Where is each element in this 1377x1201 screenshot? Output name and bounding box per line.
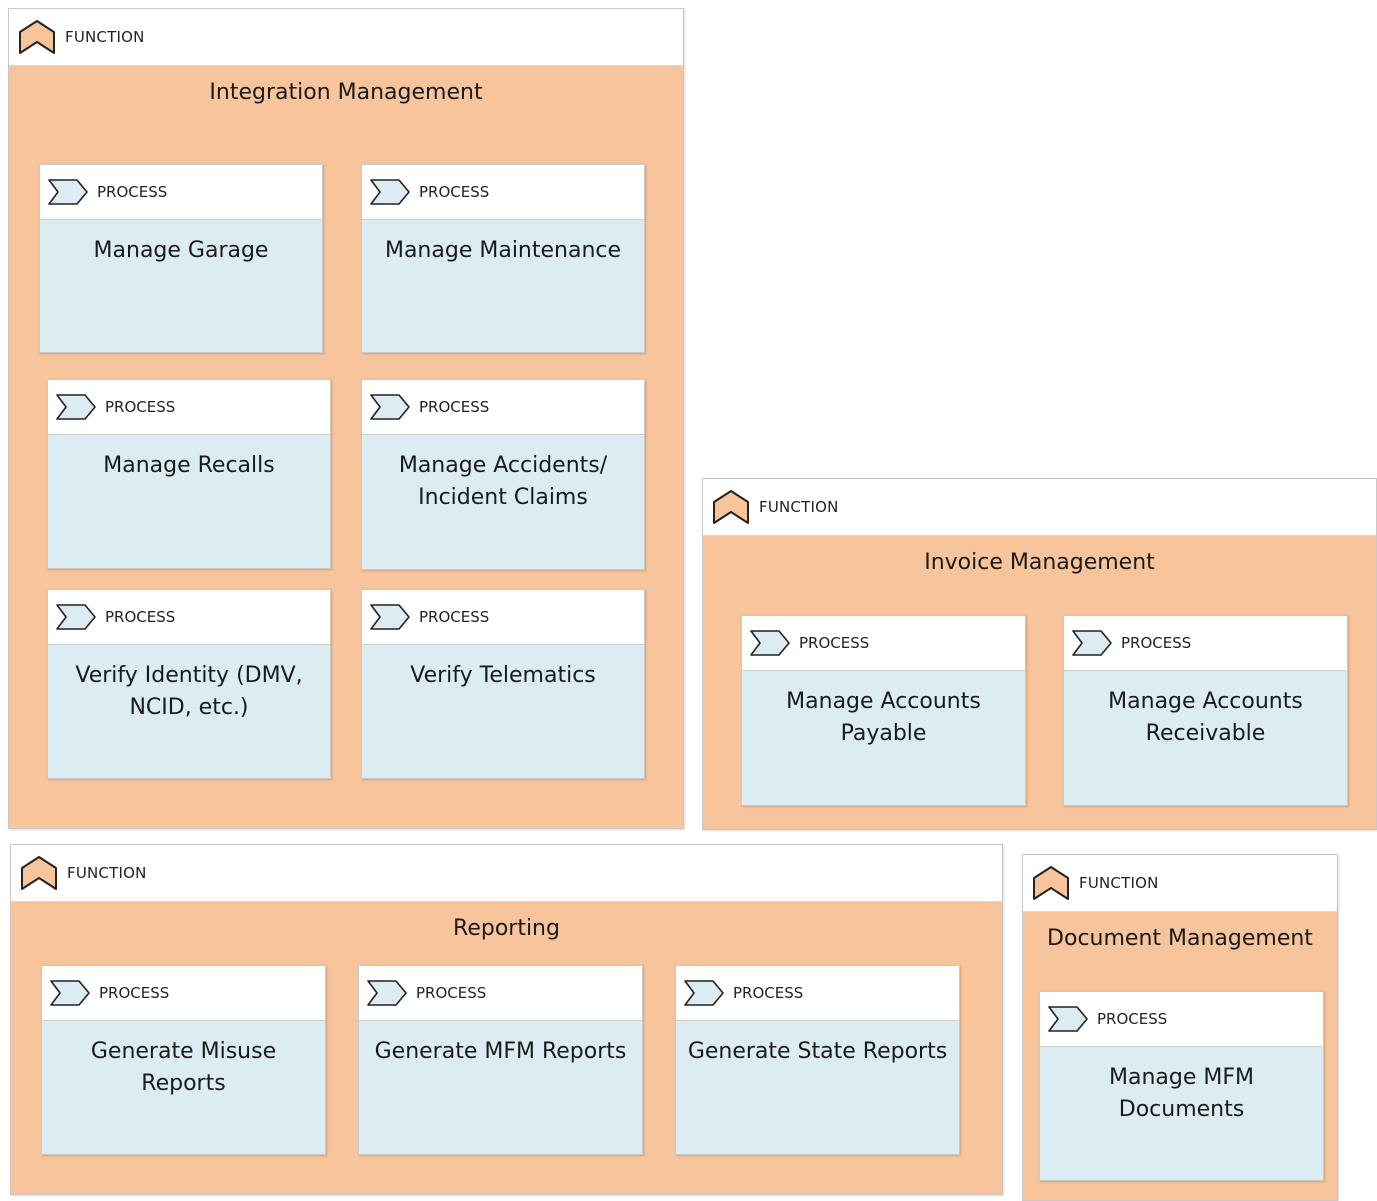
function-tag: FUNCTION — [759, 498, 839, 516]
process-chevron-icon — [367, 980, 407, 1006]
process-header: PROCESS — [48, 590, 330, 645]
process-manage-garage: PROCESS Manage Garage — [39, 164, 323, 353]
process-chevron-icon — [50, 980, 90, 1006]
process-tag: PROCESS — [419, 183, 490, 201]
function-document-management: FUNCTION Document Management PROCESS Man… — [1022, 854, 1338, 1201]
process-title-line: Manage Accidents/ — [398, 453, 608, 478]
process-header: PROCESS — [359, 966, 642, 1021]
process-tag: PROCESS — [416, 984, 487, 1002]
process-header: PROCESS — [742, 616, 1025, 671]
process-header: PROCESS — [42, 966, 325, 1021]
process-generate-state-reports: PROCESS Generate State Reports — [675, 965, 960, 1155]
process-manage-accounts-payable: PROCESS Manage Accounts Payable — [741, 615, 1026, 806]
function-title: Document Management — [1047, 926, 1313, 951]
process-title-line: Manage Accounts — [786, 689, 981, 714]
function-integration-management: FUNCTION Integration Management PROCESS … — [8, 8, 684, 829]
process-title-line: Verify Identity (DMV, — [75, 663, 303, 688]
function-chevron-icon — [19, 20, 55, 54]
process-tag: PROCESS — [1097, 1010, 1168, 1028]
process-header: PROCESS — [1064, 616, 1347, 671]
process-verify-telematics: PROCESS Verify Telematics — [361, 589, 645, 779]
function-tag: FUNCTION — [65, 28, 145, 46]
process-chevron-icon — [1048, 1006, 1088, 1032]
process-tag: PROCESS — [733, 984, 804, 1002]
function-chevron-icon — [1033, 866, 1069, 900]
process-chevron-icon — [370, 604, 410, 630]
function-header: FUNCTION — [703, 479, 1376, 536]
process-header: PROCESS — [48, 380, 330, 435]
process-title-line: Reports — [141, 1071, 226, 1096]
process-title-line: Manage Accounts — [1108, 689, 1303, 714]
process-chevron-icon — [370, 394, 410, 420]
process-title: Manage Accounts Receivable — [1074, 686, 1337, 750]
function-chevron-icon — [21, 856, 57, 890]
process-tag: PROCESS — [105, 608, 176, 626]
process-title: Verify Telematics — [372, 660, 634, 692]
process-title: Manage Accounts Payable — [752, 686, 1015, 750]
process-manage-accidents: PROCESS Manage Accidents/ Incident Claim… — [361, 379, 645, 570]
process-header: PROCESS — [362, 590, 644, 645]
process-title: Generate Misuse Reports — [52, 1036, 315, 1100]
process-title: Manage MFM Documents — [1050, 1062, 1313, 1126]
process-title-line: Incident Claims — [418, 485, 588, 510]
process-title: Generate State Reports — [686, 1036, 949, 1068]
process-manage-accounts-receivable: PROCESS Manage Accounts Receivable — [1063, 615, 1348, 806]
process-title: Manage Garage — [50, 235, 312, 267]
process-title-line: Generate State Reports — [687, 1039, 948, 1064]
process-header: PROCESS — [40, 165, 322, 220]
function-title: Invoice Management — [924, 550, 1155, 575]
function-reporting: FUNCTION Reporting PROCESS Generate Misu… — [10, 844, 1003, 1195]
process-tag: PROCESS — [799, 634, 870, 652]
function-header: FUNCTION — [9, 9, 683, 66]
function-header: FUNCTION — [1023, 855, 1337, 912]
process-title: Verify Identity (DMV, NCID, etc.) — [58, 660, 320, 724]
process-chevron-icon — [370, 179, 410, 205]
process-header: PROCESS — [362, 165, 644, 220]
process-tag: PROCESS — [105, 398, 176, 416]
process-manage-recalls: PROCESS Manage Recalls — [47, 379, 331, 569]
process-tag: PROCESS — [99, 984, 170, 1002]
process-title: Generate MFM Reports — [369, 1036, 632, 1068]
process-title: Manage Recalls — [58, 450, 320, 482]
function-invoice-management: FUNCTION Invoice Management PROCESS Mana… — [702, 478, 1377, 830]
process-title-line: Receivable — [1145, 721, 1266, 746]
process-title-line: Manage MFM — [1109, 1065, 1254, 1090]
process-chevron-icon — [750, 630, 790, 656]
process-title: Manage Maintenance — [372, 235, 634, 267]
process-tag: PROCESS — [1121, 634, 1192, 652]
process-tag: PROCESS — [419, 608, 490, 626]
function-title: Integration Management — [209, 80, 483, 105]
process-title-line: Documents — [1118, 1097, 1245, 1122]
function-tag: FUNCTION — [1079, 874, 1159, 892]
function-chevron-icon — [713, 490, 749, 524]
function-title: Reporting — [453, 916, 560, 941]
process-verify-identity: PROCESS Verify Identity (DMV, NCID, etc.… — [47, 589, 331, 779]
function-tag: FUNCTION — [67, 864, 147, 882]
process-title: Manage Accidents/ Incident Claims — [372, 450, 634, 514]
process-generate-mfm-reports: PROCESS Generate MFM Reports — [358, 965, 643, 1155]
process-tag: PROCESS — [419, 398, 490, 416]
process-tag: PROCESS — [97, 183, 168, 201]
process-generate-misuse-reports: PROCESS Generate Misuse Reports — [41, 965, 326, 1155]
function-header: FUNCTION — [11, 845, 1002, 902]
process-title-line: Verify Telematics — [410, 663, 596, 688]
process-chevron-icon — [1072, 630, 1112, 656]
process-chevron-icon — [56, 604, 96, 630]
process-chevron-icon — [48, 179, 88, 205]
process-title-line: Payable — [840, 721, 927, 746]
process-header: PROCESS — [362, 380, 644, 435]
process-title-line: Generate Misuse — [90, 1039, 277, 1064]
process-title-line: Manage Garage — [93, 238, 269, 263]
process-manage-mfm-documents: PROCESS Manage MFM Documents — [1039, 991, 1324, 1181]
process-header: PROCESS — [676, 966, 959, 1021]
process-title-line: Generate MFM Reports — [374, 1039, 627, 1064]
process-header: PROCESS — [1040, 992, 1323, 1047]
process-title-line: NCID, etc.) — [129, 695, 249, 720]
process-chevron-icon — [56, 394, 96, 420]
process-title-line: Manage Recalls — [103, 453, 275, 478]
process-chevron-icon — [684, 980, 724, 1006]
process-manage-maintenance: PROCESS Manage Maintenance — [361, 164, 645, 353]
process-title-line: Manage Maintenance — [384, 238, 622, 263]
